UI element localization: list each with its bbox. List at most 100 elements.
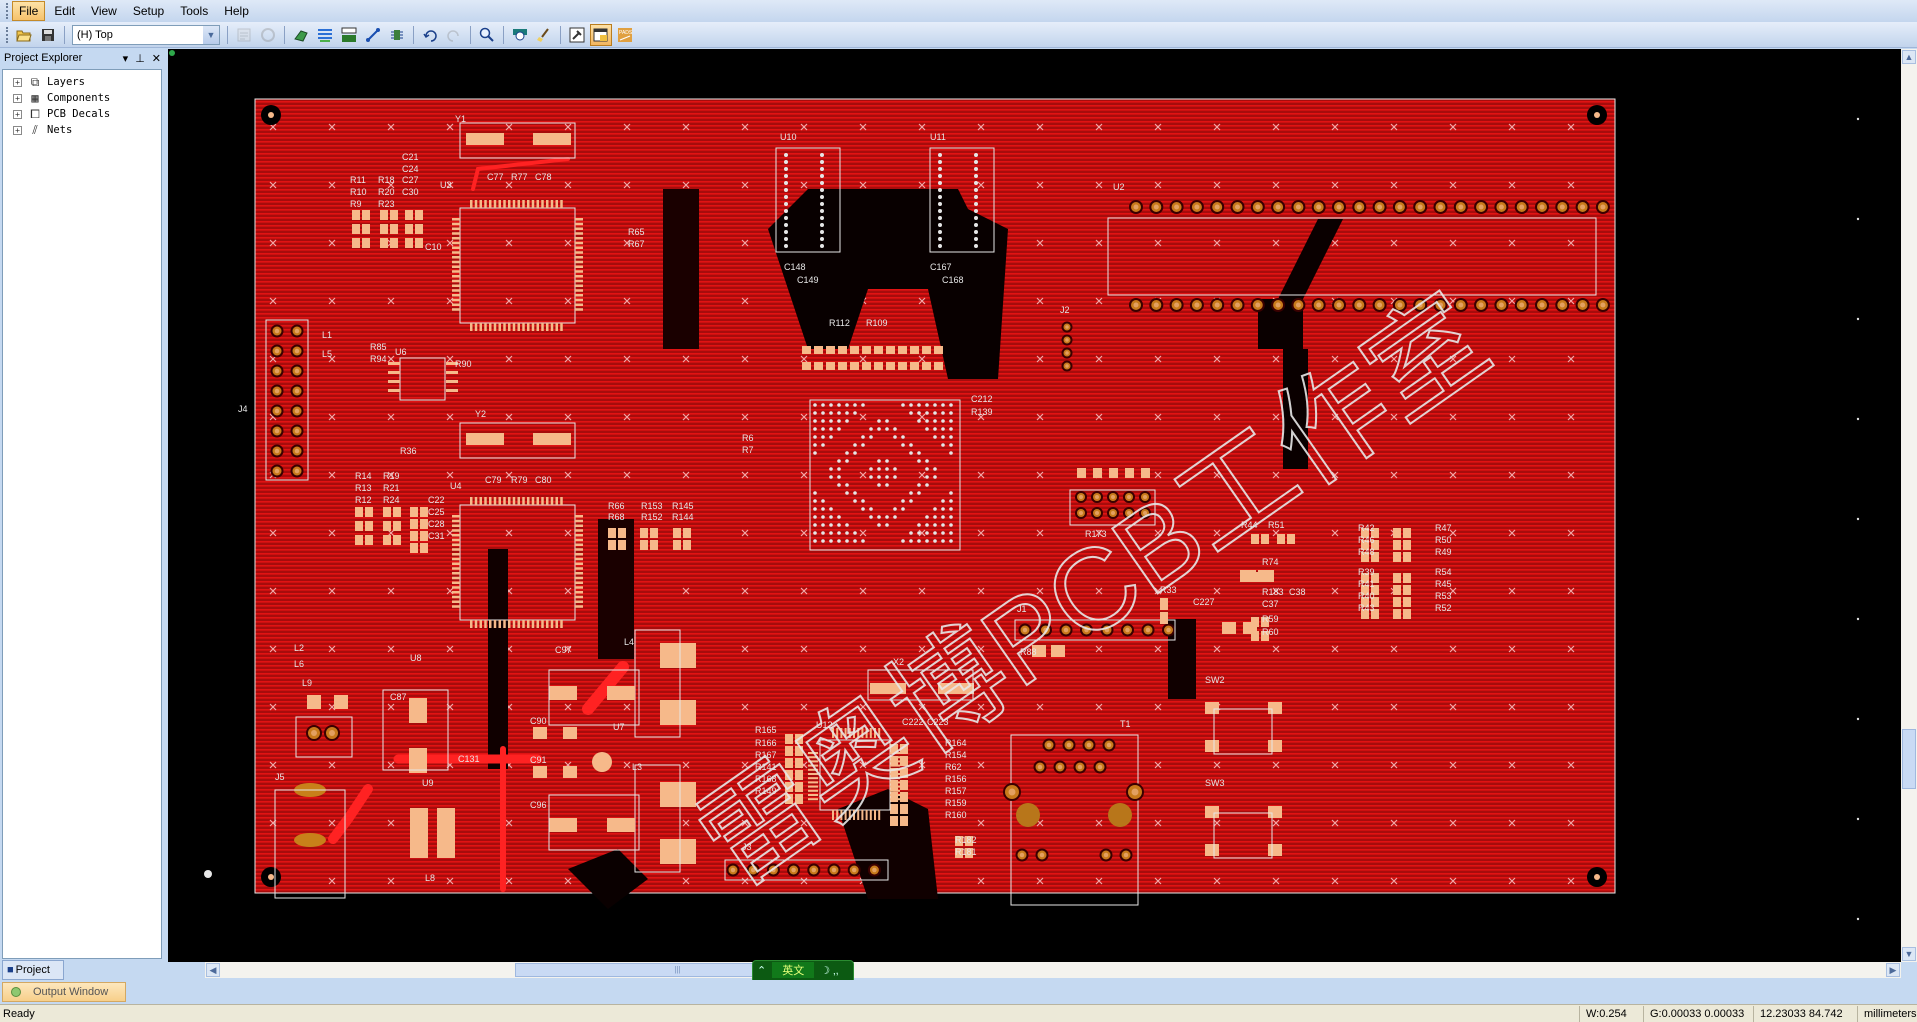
properties-icon[interactable] (233, 24, 255, 46)
close-icon[interactable]: ✕ (152, 52, 161, 65)
layer-select[interactable]: (H) Top ▼ (72, 24, 220, 45)
bga-ball (938, 202, 942, 206)
through-hole-center (1377, 302, 1383, 308)
smd-pad (607, 818, 635, 832)
vertical-scroll-thumb[interactable] (1902, 729, 1916, 789)
tree-item-layers[interactable]: + ⧉ Layers (3, 74, 161, 90)
bga-ball (784, 167, 788, 171)
smd-pad (1393, 573, 1401, 583)
silk-label: R94 (370, 354, 387, 364)
silk-label: C96 (530, 800, 547, 810)
component-icon[interactable] (386, 24, 408, 46)
smd-pad (550, 200, 554, 208)
expand-icon[interactable]: + (13, 93, 22, 103)
bga-ball (829, 435, 833, 439)
smd-pad (409, 698, 427, 723)
smd-pad (452, 265, 460, 268)
through-hole-center (1295, 302, 1301, 308)
scroll-up-button[interactable]: ▲ (1902, 50, 1916, 64)
smd-pad (410, 808, 428, 858)
vertical-scrollbar[interactable]: ▲ ▼ (1901, 49, 1917, 962)
ime-mode[interactable]: 英文 (772, 962, 815, 978)
silk-label: R79 (511, 475, 528, 485)
bga-ball (845, 411, 849, 415)
bga-ball (917, 491, 921, 495)
hammer-icon[interactable] (566, 24, 588, 46)
menu-view[interactable]: View (84, 1, 124, 21)
expand-icon[interactable]: + (13, 109, 22, 119)
pin-icon[interactable]: ⊥ (135, 52, 145, 65)
expand-icon[interactable]: + (13, 77, 22, 87)
menu-tools[interactable]: Tools (173, 1, 215, 21)
save-icon[interactable] (37, 24, 59, 46)
horizontal-scrollbar[interactable]: ◀ ||| ▶ (205, 962, 1901, 978)
smd-pad (910, 346, 919, 354)
smd-pad (415, 238, 423, 248)
smd-pad (575, 576, 583, 580)
route-icon[interactable] (290, 24, 312, 46)
smd-pad (575, 562, 583, 565)
toolbar-grip[interactable] (6, 26, 9, 43)
through-hole-center (1086, 742, 1092, 748)
smd-pad (575, 265, 583, 268)
menu-help[interactable]: Help (217, 1, 256, 21)
clean-icon[interactable] (533, 24, 555, 46)
grid-dot (1856, 217, 1860, 221)
bga-ball (909, 451, 913, 455)
menu-setup[interactable]: Setup (126, 1, 171, 21)
bga-ball (933, 475, 937, 479)
refresh-icon[interactable] (257, 24, 279, 46)
expand-icon[interactable]: + (13, 125, 22, 135)
through-hole-center (329, 730, 335, 736)
silk-label: L8 (425, 873, 435, 883)
dropdown-icon[interactable]: ▾ (123, 52, 129, 65)
bga-ball (974, 160, 978, 164)
menu-file[interactable]: File (12, 1, 46, 21)
smd-pad (850, 346, 859, 354)
redo-icon[interactable] (443, 24, 465, 46)
bga-ball (941, 523, 945, 527)
through-hole-center (311, 730, 317, 736)
bga-ball (784, 174, 788, 178)
connect-icon[interactable] (362, 24, 384, 46)
scroll-down-button[interactable]: ▼ (1902, 947, 1916, 961)
silk-label: R49 (1435, 547, 1452, 557)
scroll-right-button[interactable]: ▶ (1886, 963, 1900, 977)
smd-pad (527, 323, 530, 331)
tab-project[interactable]: ■ Project (2, 960, 64, 980)
menu-edit[interactable]: Edit (47, 1, 82, 21)
chevron-down-icon[interactable]: ▼ (203, 25, 219, 44)
menu-grip[interactable] (6, 3, 9, 19)
punctuation-icon[interactable]: ☽ ‚, (820, 964, 838, 977)
autoroute-icon[interactable] (314, 24, 336, 46)
smd-pad (673, 528, 681, 538)
bga-ball (845, 451, 849, 455)
smd-pad (512, 497, 516, 505)
bga-ball (813, 403, 817, 407)
pcb-view[interactable]: Y1 U3 C21 C24C27 C30 R11 R10 R9 R18 R20 R23 C77 R77 C… (168, 49, 1901, 962)
tree-item-pcb-decals[interactable]: + ⧠ PCB Decals (3, 106, 161, 122)
open-icon[interactable] (13, 24, 35, 46)
tree-item-components[interactable]: + ▦ Components (3, 90, 161, 106)
bga-ball (949, 499, 953, 503)
smd-pad (575, 519, 583, 523)
scroll-left-button[interactable]: ◀ (206, 963, 220, 977)
window-icon[interactable] (590, 23, 612, 46)
collapse-icon[interactable]: ⌃ (757, 964, 766, 977)
smd-pad (452, 256, 460, 259)
pads-icon[interactable]: PADS (614, 24, 636, 46)
tab-output-window[interactable]: Output Window (2, 982, 126, 1002)
tree-item-nets[interactable]: + ⫽ Nets (3, 122, 161, 138)
undo-icon[interactable] (419, 24, 441, 46)
silk-label: R112 (829, 318, 850, 328)
bga-ball (837, 475, 841, 479)
smd-pad (536, 323, 539, 331)
bga-ball (813, 523, 817, 527)
through-hole-center (1174, 302, 1180, 308)
pour-icon[interactable] (338, 24, 360, 46)
smd-pad (498, 620, 501, 628)
zoom-icon[interactable] (476, 24, 498, 46)
pcb-canvas[interactable]: Y1 U3 C21 C24 C27 C30 R11 R10 R9 R18 R20 R23 C77 R77 C… (168, 49, 1901, 962)
verify-icon[interactable] (509, 24, 531, 46)
smd-pad (452, 595, 460, 599)
